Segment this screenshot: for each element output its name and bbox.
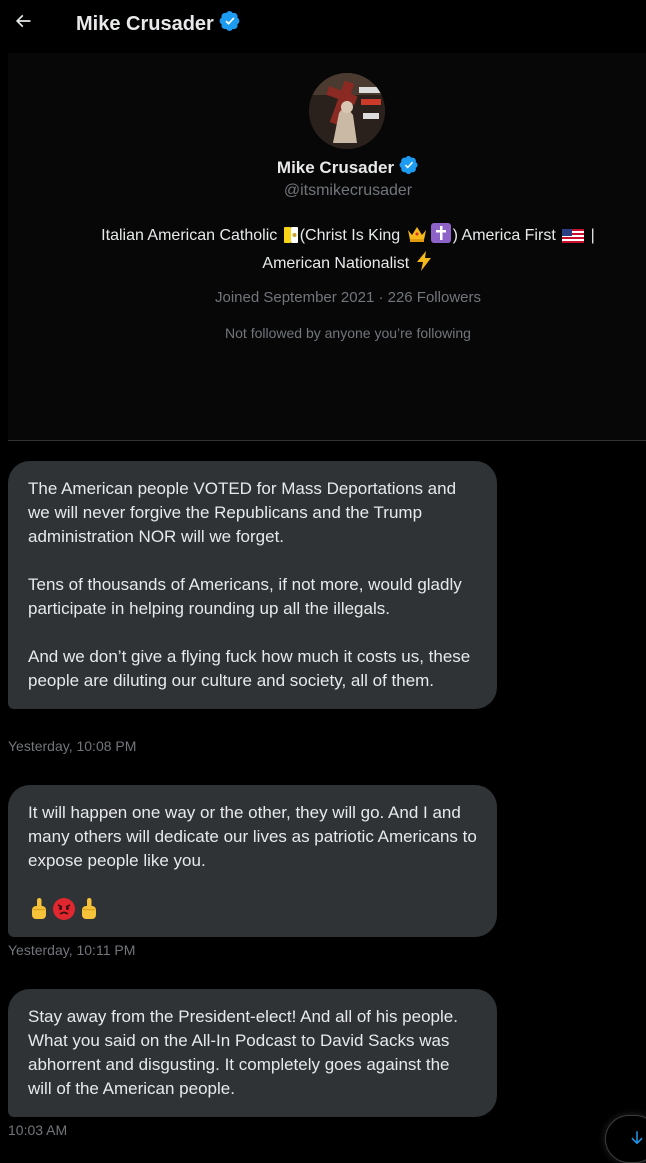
- arrow-left-icon: [15, 14, 31, 28]
- profile-name-text: Mike Crusader: [276, 157, 395, 177]
- lightning-icon: [416, 251, 432, 279]
- middle-finger-icon: [82, 898, 96, 919]
- us-flag-icon: [562, 227, 585, 251]
- message-bubble[interactable]: The American people VOTED for Mass Depor…: [8, 461, 497, 709]
- profile-bio: Italian American Catholic (Christ Is Kin…: [48, 223, 646, 279]
- message-timestamp: Yesterday, 10:08 PM: [8, 738, 137, 754]
- verified-badge-icon: [219, 10, 241, 38]
- message-text: And we don’t give a flying fuck how much…: [28, 647, 471, 690]
- message-emoji-row: [28, 897, 477, 921]
- verified-badge-icon: [399, 155, 419, 180]
- angry-face-icon: [53, 898, 75, 920]
- latin-cross-icon: [430, 223, 451, 251]
- message-timestamp: 10:03 AM: [8, 1122, 68, 1138]
- not-followed-note: Not followed by anyone you’re following: [225, 325, 471, 341]
- middle-finger-icon: [32, 898, 46, 919]
- bio-text-5: American Nationalist: [262, 255, 410, 272]
- back-button[interactable]: [8, 4, 38, 38]
- avatar-image: [309, 73, 385, 149]
- profile-card[interactable]: Mike Crusader @itsmikecrusader Italian A…: [8, 53, 646, 441]
- avatar[interactable]: [309, 73, 385, 149]
- message-text: Stay away from the President-elect! And …: [28, 1007, 458, 1098]
- message-bubble[interactable]: It will happen one way or the other, the…: [8, 785, 497, 937]
- header-name: Mike Crusader: [76, 12, 214, 35]
- conversation-header: Mike Crusader: [0, 0, 646, 46]
- message-text: The American people VOTED for Mass Depor…: [28, 479, 457, 546]
- profile-handle: @itsmikecrusader: [283, 182, 413, 199]
- bio-text-2: (Christ Is King: [299, 227, 401, 244]
- bio-text-4: |: [590, 227, 595, 244]
- joined-followers: Joined September 2021 · 226 Followers: [215, 289, 481, 306]
- vatican-flag-icon: [283, 227, 298, 251]
- crown-icon: [407, 225, 427, 251]
- bio-text-3: ) America First: [452, 227, 556, 244]
- profile-name[interactable]: Mike Crusader: [8, 155, 646, 180]
- arrow-down-icon: [631, 1131, 643, 1145]
- header-title[interactable]: Mike Crusader: [76, 10, 241, 38]
- message-text: Tens of thousands of Americans, if not m…: [28, 575, 462, 618]
- bio-text-1: Italian American Catholic: [101, 227, 278, 244]
- message-bubble[interactable]: Stay away from the President-elect! And …: [8, 989, 497, 1117]
- scroll-to-bottom-button[interactable]: [605, 1115, 646, 1163]
- message-timestamp: Yesterday, 10:11 PM: [8, 942, 136, 958]
- message-text: It will happen one way or the other, the…: [28, 803, 477, 870]
